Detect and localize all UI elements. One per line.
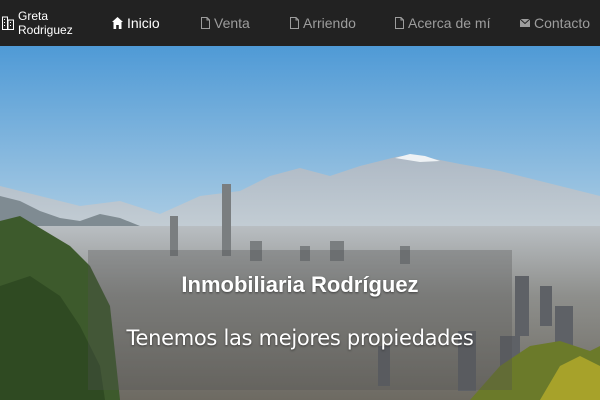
nav-item-contacto[interactable]: Contacto — [520, 0, 590, 46]
file-icon — [201, 17, 210, 29]
hero-caption: Inmobiliaria Rodríguez Tenemos las mejor… — [88, 250, 512, 390]
hero-carousel: Inmobiliaria Rodríguez Tenemos las mejor… — [0, 46, 600, 400]
top-navbar: Greta Rodriguez Inicio Venta Arriendo Ac… — [0, 0, 600, 46]
hero-subtitle: Tenemos las mejores propiedades — [126, 326, 474, 350]
nav-label-acerca: Acerca de mí — [408, 15, 491, 31]
file-icon — [395, 17, 404, 29]
nav-label-venta: Venta — [214, 15, 250, 31]
nav-label-inicio: Inicio — [127, 15, 160, 31]
home-icon — [112, 17, 123, 29]
file-icon — [290, 17, 299, 29]
nav-item-venta[interactable]: Venta — [201, 0, 250, 46]
envelope-icon — [520, 19, 530, 27]
nav-label-arriendo: Arriendo — [303, 15, 356, 31]
hero-title: Inmobiliaria Rodríguez — [181, 272, 419, 297]
nav-item-arriendo[interactable]: Arriendo — [290, 0, 356, 46]
nav-item-acerca[interactable]: Acerca de mí — [395, 0, 490, 46]
brand-link[interactable]: Greta Rodriguez — [2, 9, 102, 37]
nav-item-inicio[interactable]: Inicio — [112, 0, 160, 46]
building-icon — [2, 16, 14, 30]
brand-name: Greta Rodriguez — [18, 9, 73, 37]
nav-label-contacto: Contacto — [534, 15, 591, 31]
